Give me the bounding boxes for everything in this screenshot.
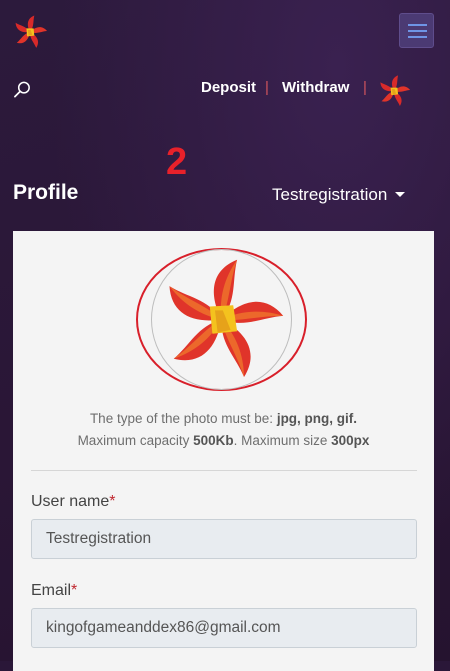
menu-bar: [408, 36, 427, 38]
profile-card: The type of the photo must be: jpg, png,…: [13, 231, 434, 671]
section-divider: [31, 470, 417, 471]
menu-bar: [408, 30, 427, 32]
nav-separator: |: [363, 79, 367, 96]
search-icon[interactable]: [13, 80, 32, 99]
step-number-annotation: 2: [166, 141, 188, 183]
username-field[interactable]: [31, 519, 417, 559]
page-title: Profile: [13, 181, 79, 204]
username-label: User name*: [31, 493, 116, 510]
nav-separator: |: [265, 79, 269, 96]
profile-photo-upload[interactable]: [135, 247, 308, 392]
photo-requirements-line2: Maximum capacity 500Kb. Maximum size 300…: [77, 433, 370, 448]
user-dropdown-label: Testregistration: [272, 185, 388, 204]
user-dropdown[interactable]: Testregistration: [272, 185, 406, 205]
menu-bar: [408, 24, 427, 26]
hamburger-menu-button[interactable]: [399, 13, 434, 48]
deposit-link[interactable]: Deposit: [201, 79, 256, 96]
email-field[interactable]: [31, 608, 417, 648]
caret-down-icon: [395, 192, 406, 197]
required-mark: *: [109, 493, 116, 510]
required-mark: *: [71, 582, 78, 599]
site-logo-icon[interactable]: [12, 14, 48, 50]
user-avatar-icon[interactable]: [377, 74, 411, 108]
withdraw-link[interactable]: Withdraw: [282, 79, 349, 96]
photo-requirements: The type of the photo must be: jpg, png,…: [13, 408, 434, 452]
photo-requirements-line1: The type of the photo must be: jpg, png,…: [89, 411, 358, 426]
email-label: Email*: [31, 582, 78, 599]
